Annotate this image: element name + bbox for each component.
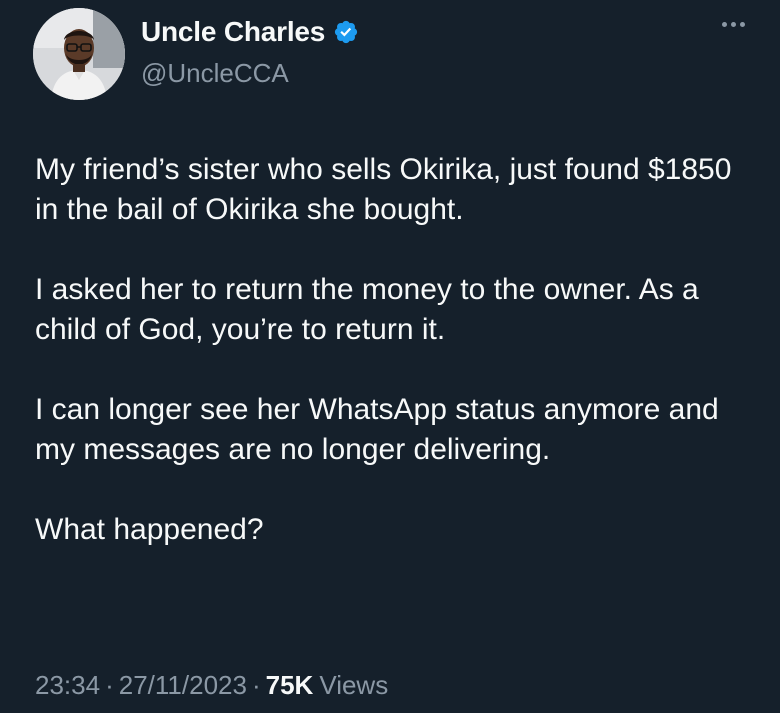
tweet-paragraph: What happened? [35, 513, 264, 546]
tweet-date[interactable]: 27/11/2023 [119, 670, 247, 701]
tweet-paragraph: My friend’s sister who sells Okirika, ju… [35, 153, 732, 226]
verified-badge-icon [335, 20, 358, 44]
tweet-meta: 23:34 · 27/11/2023 · 75K Views [35, 670, 388, 701]
views-label: Views [319, 670, 389, 700]
tweet-text: My friend’s sister who sells Okirika, ju… [35, 150, 760, 550]
author-name-row: Uncle Charles [141, 16, 359, 48]
author-handle[interactable]: @UncleCCA [141, 58, 289, 89]
avatar[interactable] [33, 8, 125, 100]
views-count[interactable]: 75K [266, 670, 314, 701]
tweet-card: Uncle Charles @UncleCCA My friend’s sist… [0, 0, 780, 713]
more-options-icon[interactable] [722, 22, 745, 27]
meta-separator: · [251, 670, 261, 700]
author-display-name[interactable]: Uncle Charles [141, 16, 325, 48]
meta-separator: · [105, 670, 114, 700]
tweet-paragraph: I can longer see her WhatsApp status any… [35, 393, 719, 466]
tweet-time[interactable]: 23:34 [35, 670, 100, 701]
dot [722, 22, 727, 27]
dot [731, 22, 736, 27]
dot [740, 22, 745, 27]
tweet-paragraph: I asked her to return the money to the o… [35, 273, 699, 346]
avatar-photo [33, 8, 125, 100]
